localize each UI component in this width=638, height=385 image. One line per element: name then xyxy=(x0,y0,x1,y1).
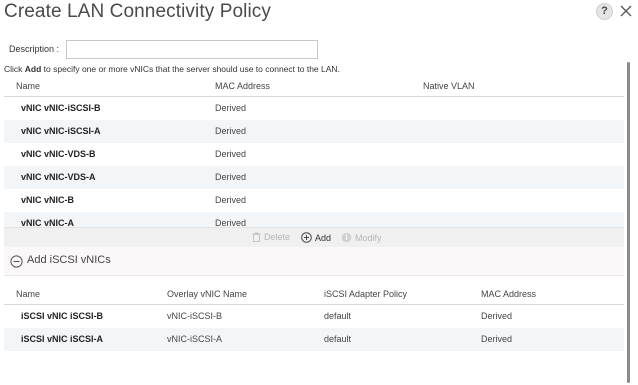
description-input[interactable] xyxy=(66,40,318,59)
iscsi-name: iSCSI vNIC iSCSI-B xyxy=(21,311,104,321)
vnic-table-body: vNIC vNIC-iSCSI-B Derived vNIC vNIC-iSCS… xyxy=(4,97,624,227)
iscsi-table-header: Name Overlay vNIC Name iSCSI Adapter Pol… xyxy=(4,284,624,305)
info-circle-icon xyxy=(341,232,352,243)
iscsi-overlay: vNIC-iSCSI-A xyxy=(167,334,223,344)
modify-button[interactable]: Modify xyxy=(341,232,382,243)
add-button[interactable]: Add xyxy=(301,232,331,243)
vnic-name: vNIC vNIC-iSCSI-B xyxy=(21,103,101,113)
table-row[interactable]: vNIC vNIC-A Derived xyxy=(4,212,624,227)
vnic-mac: Derived xyxy=(215,218,247,227)
iscsi-policy: default xyxy=(324,311,352,321)
column-iscsi-adapter-policy[interactable]: iSCSI Adapter Policy xyxy=(324,289,407,299)
vnic-mac: Derived xyxy=(215,103,247,113)
delete-button[interactable]: Delete xyxy=(252,232,290,242)
column-name[interactable]: Name xyxy=(16,289,40,299)
vnic-name: vNIC vNIC-B xyxy=(21,195,75,205)
delete-label: Delete xyxy=(264,232,291,242)
add-label: Add xyxy=(315,232,332,243)
vnic-mac: Derived xyxy=(215,195,247,205)
plus-circle-icon xyxy=(301,232,312,243)
minus-circle-icon[interactable] xyxy=(10,255,23,268)
vertical-scrollbar[interactable] xyxy=(627,62,630,383)
column-native-vlan[interactable]: Native VLAN xyxy=(423,81,475,91)
column-name[interactable]: Name xyxy=(16,81,40,91)
vnic-name: vNIC vNIC-A xyxy=(21,218,75,227)
table-row[interactable]: iSCSI vNIC iSCSI-B vNIC-iSCSI-B default … xyxy=(4,305,624,328)
modify-label: Modify xyxy=(355,232,382,243)
table-row[interactable]: vNIC vNIC-VDS-A Derived xyxy=(4,166,624,189)
vnic-table-header: Name MAC Address Native VLAN xyxy=(4,76,624,97)
instruction-suffix: to specify one or more vNICs that the se… xyxy=(41,64,340,74)
table-row[interactable]: vNIC vNIC-B Derived xyxy=(4,189,624,212)
dialog-title: Create LAN Connectivity Policy xyxy=(4,1,271,22)
close-icon[interactable] xyxy=(618,2,634,20)
iscsi-section-header[interactable]: Add iSCSI vNICs xyxy=(4,247,624,276)
help-icon[interactable]: ? xyxy=(596,3,613,20)
column-mac-address[interactable]: MAC Address xyxy=(215,81,270,91)
vnic-mac: Derived xyxy=(215,149,247,159)
iscsi-section-title: Add iSCSI vNICs xyxy=(27,254,111,266)
iscsi-name: iSCSI vNIC iSCSI-A xyxy=(21,334,104,344)
iscsi-policy: default xyxy=(324,334,352,344)
iscsi-overlay: vNIC-iSCSI-B xyxy=(167,311,223,321)
table-row[interactable]: vNIC vNIC-VDS-B Derived xyxy=(4,143,624,166)
column-overlay-vnic-name[interactable]: Overlay vNIC Name xyxy=(167,289,247,299)
instruction-bold: Add xyxy=(24,64,42,74)
iscsi-mac: Derived xyxy=(481,334,513,344)
instruction-prefix: Click xyxy=(4,64,25,74)
vnic-name: vNIC vNIC-VDS-B xyxy=(21,149,96,159)
vnic-name: vNIC vNIC-iSCSI-A xyxy=(21,126,101,136)
description-label: Description : xyxy=(9,44,60,54)
table-row[interactable]: iSCSI vNIC iSCSI-A vNIC-iSCSI-A default … xyxy=(4,328,624,351)
table-actions-bar: Delete Add Modify xyxy=(4,227,624,247)
trash-icon xyxy=(252,232,261,242)
table-row[interactable]: vNIC vNIC-iSCSI-B Derived xyxy=(4,97,624,120)
vnic-name: vNIC vNIC-VDS-A xyxy=(21,172,96,182)
iscsi-mac: Derived xyxy=(481,311,513,321)
instruction-text: Click Add to specify one or more vNICs t… xyxy=(4,64,340,74)
column-mac-address[interactable]: MAC Address xyxy=(481,289,536,299)
vnic-mac: Derived xyxy=(215,126,247,136)
table-row[interactable]: vNIC vNIC-iSCSI-A Derived xyxy=(4,120,624,143)
vnic-mac: Derived xyxy=(215,172,247,182)
